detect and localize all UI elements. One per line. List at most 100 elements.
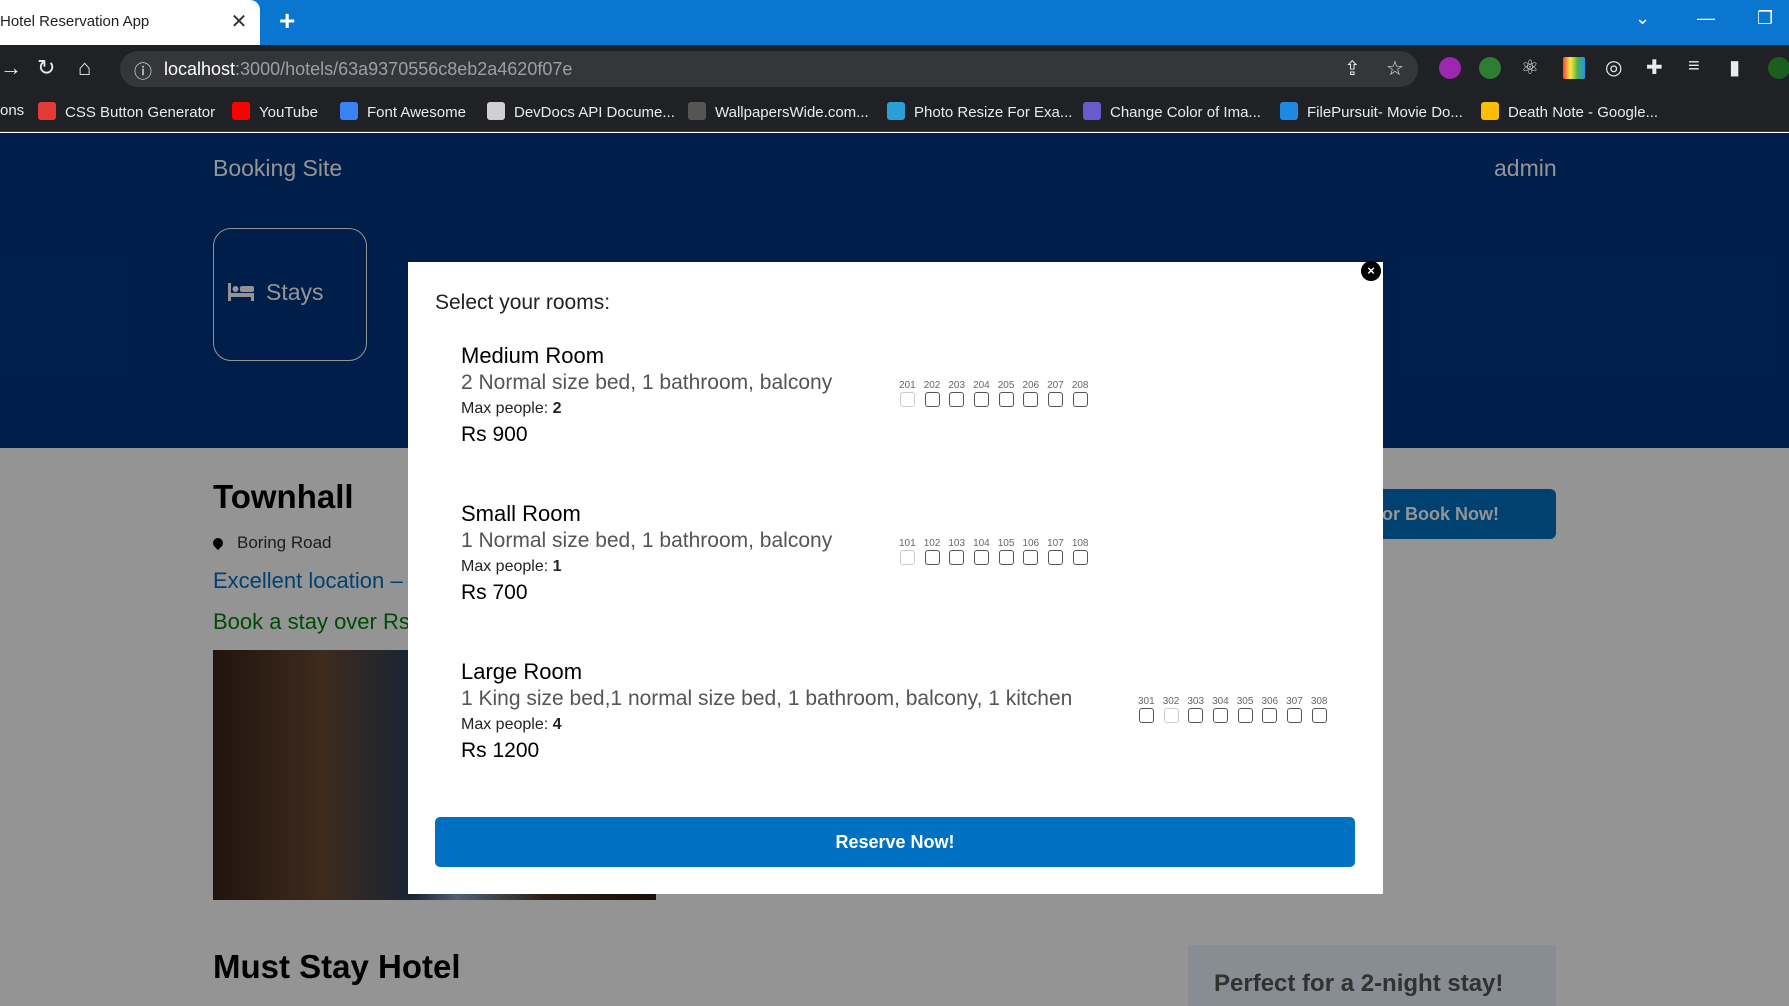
bookmark-star-icon[interactable]: ☆ (1386, 56, 1404, 81)
extension-colorpick-icon[interactable] (1563, 57, 1585, 79)
bookmark-item[interactable]: Photo Resize For Exa... (887, 102, 1072, 121)
room-number-checkbox[interactable] (998, 550, 1014, 565)
room-number-checkbox[interactable] (973, 392, 989, 407)
room-number-checkbox (899, 550, 915, 565)
room-number-option[interactable]: 308 (1310, 696, 1329, 723)
room-number-option[interactable]: 303 (1186, 696, 1205, 723)
wallpaperswide-icon (688, 102, 706, 120)
room-number-checkbox[interactable] (1023, 550, 1039, 565)
room-number-checkbox[interactable] (1212, 708, 1228, 723)
room-number-option[interactable]: 304 (1211, 696, 1230, 723)
room-number-option[interactable]: 207 (1046, 380, 1065, 407)
room-number-label: 108 (1071, 538, 1089, 549)
bookmark-item[interactable]: Change Color of Ima... (1083, 102, 1261, 121)
tab-search-icon[interactable]: ⌄ (1635, 8, 1650, 29)
room-number-option[interactable]: 103 (947, 538, 966, 565)
room-number-option[interactable]: 202 (923, 380, 942, 407)
reserve-now-button[interactable]: Reserve Now! (435, 817, 1355, 867)
room-number-checkbox[interactable] (924, 550, 940, 565)
room-number-label: 206 (1022, 380, 1040, 391)
room-number-checkbox[interactable] (1262, 708, 1278, 723)
room-number-option[interactable]: 302 (1162, 696, 1181, 723)
room-number-option[interactable]: 102 (923, 538, 942, 565)
room-number-checkbox[interactable] (973, 550, 989, 565)
media-control-icon[interactable]: ≡ (1688, 55, 1700, 78)
room-max-people: Max people: 4 (461, 716, 562, 733)
room-number-option[interactable]: 104 (972, 538, 991, 565)
forward-icon[interactable]: → (0, 55, 22, 81)
room-number-checkbox[interactable] (1047, 392, 1063, 407)
room-number-checkbox[interactable] (1072, 550, 1088, 565)
reload-icon[interactable]: ↻ (37, 55, 55, 81)
room-number-checkbox[interactable] (1311, 708, 1327, 723)
room-number-option[interactable]: 306 (1260, 696, 1279, 723)
room-number-option[interactable]: 201 (898, 380, 917, 407)
minimize-icon[interactable]: — (1697, 8, 1715, 29)
bookmark-item[interactable]: Death Note - Google... (1481, 102, 1658, 121)
restore-icon[interactable]: ❐ (1757, 8, 1773, 29)
room-number-label: 301 (1138, 696, 1155, 707)
room-number-option[interactable]: 203 (947, 380, 966, 407)
room-number-checkbox[interactable] (1023, 392, 1039, 407)
room-number-label: 104 (973, 538, 990, 549)
room-number-checkbox[interactable] (1047, 550, 1063, 565)
room-number-checkbox[interactable] (1138, 708, 1154, 723)
address-bar[interactable]: ⓘ localhost:3000/hotels/63a9370556c8eb2a… (120, 51, 1418, 87)
room-number-label: 201 (899, 380, 916, 391)
extension-vpn-icon[interactable] (1439, 57, 1461, 79)
room-number-checkbox[interactable] (1072, 392, 1088, 407)
room-number-checkbox (899, 392, 915, 407)
room-number-checkbox[interactable] (998, 392, 1014, 407)
room-number-option[interactable]: 307 (1285, 696, 1304, 723)
bookmark-item[interactable]: WallpapersWide.com... (688, 102, 869, 121)
room-number-option[interactable]: 101 (898, 538, 917, 565)
bookmark-item[interactable]: ons (0, 102, 24, 119)
bookmarks-bar: ons CSS Button Generator YouTube Font Aw… (0, 92, 1789, 132)
extension-target-icon[interactable]: ◎ (1605, 55, 1622, 80)
close-icon[interactable]: × (1361, 261, 1381, 281)
profile-avatar[interactable] (1768, 57, 1789, 79)
room-number-checkbox[interactable] (949, 550, 965, 565)
room-number-label: 304 (1212, 696, 1229, 707)
room-desc: 1 Normal size bed, 1 bathroom, balcony (461, 529, 833, 552)
room-number-option[interactable]: 301 (1137, 696, 1156, 723)
room-number-option[interactable]: 105 (997, 538, 1016, 565)
room-item: Large Room 1 King size bed,1 normal size… (461, 659, 1361, 769)
room-max-people: Max people: 2 (461, 400, 562, 417)
bookmark-item[interactable]: YouTube (232, 102, 318, 121)
room-number-checkbox[interactable] (1286, 708, 1302, 723)
extension-react-icon[interactable]: ⚛ (1521, 55, 1539, 80)
css-generator-icon (38, 102, 56, 120)
bookmark-item[interactable]: DevDocs API Docume... (487, 102, 675, 121)
share-icon[interactable]: ⇪ (1344, 56, 1361, 81)
room-number-option[interactable]: 305 (1236, 696, 1255, 723)
bookmark-item[interactable]: Font Awesome (340, 102, 466, 121)
browser-toolbar: → ↻ ⌂ ⓘ localhost:3000/hotels/63a9370556… (0, 45, 1789, 92)
room-number-checkbox[interactable] (1237, 708, 1253, 723)
site-info-icon[interactable]: ⓘ (134, 58, 152, 84)
side-panel-icon[interactable]: ▮ (1729, 55, 1740, 80)
room-number-option[interactable]: 204 (972, 380, 991, 407)
extensions-puzzle-icon[interactable]: ✚ (1646, 55, 1663, 80)
tab-close-icon[interactable]: ✕ (229, 9, 249, 34)
new-tab-icon[interactable]: + (279, 5, 295, 37)
bookmark-item[interactable]: CSS Button Generator (38, 102, 215, 121)
room-number-checkbox[interactable] (1188, 708, 1204, 723)
room-number-option[interactable]: 107 (1046, 538, 1065, 565)
room-number-checkbox[interactable] (924, 392, 940, 407)
room-number-option[interactable]: 205 (997, 380, 1016, 407)
room-number-option[interactable]: 106 (1021, 538, 1040, 565)
bookmark-item[interactable]: FilePursuit- Movie Do... (1280, 102, 1463, 121)
room-number-option[interactable]: 206 (1021, 380, 1040, 407)
modal-title: Select your rooms: (435, 291, 611, 314)
home-icon[interactable]: ⌂ (78, 55, 91, 81)
room-number-option[interactable]: 108 (1071, 538, 1090, 565)
room-number-checkbox[interactable] (949, 392, 965, 407)
room-number-label: 302 (1162, 696, 1180, 707)
browser-tab-bar: Hotel Reservation App ✕ + ⌄ — ❐ (0, 0, 1789, 45)
url-text: localhost:3000/hotels/63a9370556c8eb2a46… (164, 59, 573, 79)
browser-tab[interactable]: Hotel Reservation App ✕ (0, 0, 260, 45)
web-page: Booking Site admin Stays Townhall ve or … (0, 133, 1789, 1006)
room-number-option[interactable]: 208 (1071, 380, 1090, 407)
extension-tree-icon[interactable] (1479, 57, 1501, 79)
